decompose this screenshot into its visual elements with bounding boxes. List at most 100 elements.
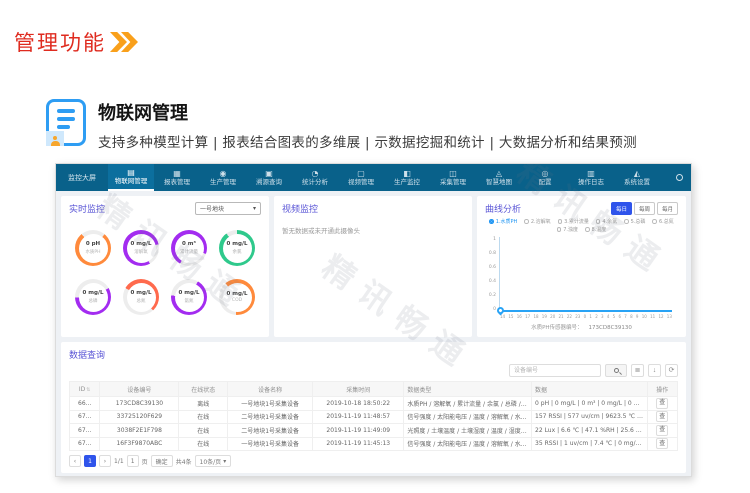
y-tick-label: 1 (493, 237, 496, 242)
cell: 16F3F9870ABC (100, 437, 179, 451)
column-header-数据: 数据 (532, 382, 648, 397)
view-button[interactable]: 查 (656, 425, 668, 436)
page-info: 1/1 (114, 458, 124, 465)
curve-option[interactable]: 1.水质PH (489, 218, 517, 225)
curve-option[interactable]: 4.余氯 (596, 218, 617, 225)
view-button[interactable]: 查 (656, 411, 668, 422)
y-tick-label: 0.4 (489, 279, 496, 284)
curve-option[interactable]: 3.累计流量 (558, 218, 589, 225)
jump-page-input[interactable]: 1 (127, 455, 139, 467)
gauge-value: 0 mg/L (227, 291, 248, 297)
refresh-button[interactable]: ⟳ (665, 364, 678, 377)
nav-item-生产管理[interactable]: ◉生产管理 (200, 164, 246, 191)
column-header-采集时间: 采集时间 (313, 382, 404, 397)
curve-option[interactable]: 6.总氮 (652, 218, 673, 225)
cell: 查 (647, 410, 677, 424)
gauge-value: 0 mg/L (131, 241, 152, 247)
y-tick-label: 0.2 (489, 293, 496, 298)
page-1-button[interactable]: 1 (84, 455, 96, 467)
range-button-每日[interactable]: 每日 (611, 202, 632, 215)
cell: 在线 (179, 437, 228, 451)
curve-option-label: 8.温度 (592, 226, 607, 233)
curve-option[interactable]: 8.温度 (585, 226, 606, 233)
nav-item-操作日志[interactable]: ▥操作日志 (568, 164, 614, 191)
cell: 3038F2E1F798 (100, 424, 179, 438)
nav-item-报表管理[interactable]: ▦报表管理 (154, 164, 200, 191)
search-input[interactable] (509, 364, 601, 377)
curve-option[interactable]: 7.浊度 (557, 226, 578, 233)
sort-icon[interactable]: ⇅ (86, 387, 90, 393)
x-tick-label: 3 (601, 314, 604, 319)
gauge-label: 余氯 (233, 249, 242, 255)
column-header-操作: 操作 (647, 382, 677, 397)
download-button[interactable]: ↓ (648, 364, 661, 377)
nav-item-label: 报表管理 (164, 179, 190, 186)
x-tick-label: 15 (508, 314, 513, 319)
curve-option[interactable]: 2.溶解氧 (524, 218, 550, 225)
nav-item-生产监控[interactable]: ◧生产监控 (384, 164, 430, 191)
y-tick-label: 0.8 (489, 251, 496, 256)
chevron-down-icon: ▾ (253, 205, 256, 212)
gauge-水质PH: 0 pH水质PH (75, 230, 111, 266)
gauge-label: 溶解氧 (134, 249, 148, 255)
x-tick-label: 4 (607, 314, 610, 319)
cell: 二号地块1号采集设备 (228, 424, 313, 438)
nav-item-采集管理[interactable]: ◫采集管理 (430, 164, 476, 191)
search-icon (614, 368, 619, 373)
radio-icon (652, 219, 657, 224)
gauge-value: 0 pH (86, 241, 100, 247)
x-tick-label: 0 (584, 314, 587, 319)
page-size-select[interactable]: 10条/页▾ (195, 455, 232, 467)
range-button-每周[interactable]: 每周 (634, 202, 655, 215)
realtime-panel: 实时监控 一号地块 ▾ 0 pH水质PH0 mg/L溶解氧0 m³累计流量0 m… (61, 196, 269, 337)
curve-option-label: 5.总磷 (631, 218, 646, 225)
cell: 信号强度 / 太阳能电压 / 温度 / 溶解氧 / 水... (404, 410, 532, 424)
cell: 0 pH | 0 mg/L | 0 m³ | 0 mg/L | 0 mg/L |… (532, 397, 648, 411)
pagination: ‹1›1/11页确定共4条10条/页▾ (69, 455, 678, 467)
filter-button[interactable]: ≣ (631, 364, 644, 377)
nav-item-智慧地图[interactable]: ◬智慧地图 (476, 164, 522, 191)
nav-item-配置[interactable]: ◎配置 (522, 164, 568, 191)
x-tick-label: 6 (618, 314, 621, 319)
range-button-每月[interactable]: 每月 (657, 202, 678, 215)
user-icon[interactable] (676, 174, 683, 181)
x-tick-label: 11 (650, 314, 655, 319)
nav-item-系统设置[interactable]: ◭系统设置 (614, 164, 660, 191)
curve-option[interactable]: 5.总磷 (624, 218, 645, 225)
query-toolbar: ≣ ↓ ⟳ (69, 364, 678, 377)
gauge-label: 氨氮 (185, 298, 194, 304)
search-button[interactable] (605, 364, 627, 377)
chart-y-axis: 10.80.60.40.20 (485, 237, 499, 312)
cell: 一号地块1号采集设备 (228, 437, 313, 451)
nav-item-label: 操作日志 (578, 179, 604, 186)
gauge-value: 0 m³ (182, 241, 196, 247)
x-tick-label: 8 (630, 314, 633, 319)
x-tick-label: 17 (525, 314, 530, 319)
nav-item-溯源查询[interactable]: ▣溯源查询 (246, 164, 292, 191)
cell: 2019-11-19 11:49:09 (313, 424, 404, 438)
nav-home-link[interactable]: 监控大屏 (56, 164, 108, 191)
next-page-button[interactable]: › (99, 455, 111, 467)
view-button[interactable]: 查 (656, 398, 668, 409)
confirm-button[interactable]: 确定 (151, 455, 173, 467)
plot-select[interactable]: 一号地块 ▾ (195, 202, 261, 215)
x-tick-label: 9 (636, 314, 639, 319)
cell: 在线 (179, 424, 228, 438)
cell: 2019-11-19 11:45:13 (313, 437, 404, 451)
nav-item-视频管理[interactable]: ▢视频管理 (338, 164, 384, 191)
column-header-在线状态: 在线状态 (179, 382, 228, 397)
nav-item-统计分析[interactable]: ◔统计分析 (292, 164, 338, 191)
gauge-value: 0 mg/L (83, 290, 104, 296)
column-header-数据类型: 数据类型 (404, 382, 532, 397)
gauge-COD: 0 mg/LCOD (219, 279, 255, 315)
nav-item-icon: ◔ (312, 170, 319, 178)
view-button[interactable]: 查 (656, 438, 668, 449)
curve-option-label: 3.累计流量 (564, 218, 589, 225)
curve-option-label: 4.余氯 (602, 218, 617, 225)
prev-page-button[interactable]: ‹ (69, 455, 81, 467)
y-tick-label: 0.6 (489, 265, 496, 270)
nav-item-物联网管理[interactable]: ▤物联网管理 (108, 164, 154, 191)
cell: 67... (70, 410, 100, 424)
section-header: 管理功能 (14, 27, 138, 57)
cell: 查 (647, 424, 677, 438)
